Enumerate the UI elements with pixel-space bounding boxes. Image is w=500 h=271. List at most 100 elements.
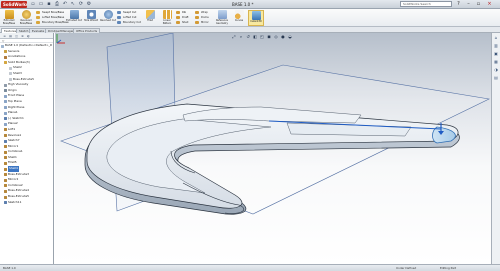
tree-item-label: Sketch11: [8, 199, 22, 204]
feature-icon: [9, 66, 12, 70]
feature-icon: [4, 128, 7, 132]
appearances-icon[interactable]: ◑: [493, 67, 499, 73]
custom-properties-icon[interactable]: ▤: [493, 75, 499, 81]
options-icon[interactable]: ⚙: [86, 1, 92, 7]
status-document: BASE 1.0: [3, 266, 16, 270]
feature-icon: [4, 139, 7, 143]
reference-geometry-button[interactable]: Reference Geometry: [214, 10, 230, 26]
linear-pattern-button[interactable]: Linear Pattern: [159, 10, 175, 26]
zoom-area-icon[interactable]: ⌕: [238, 34, 244, 39]
feature-icon: [4, 100, 7, 104]
feature-icon: [4, 106, 7, 110]
revolved-cut-icon: [103, 10, 113, 19]
display-style-icon[interactable]: ◼: [266, 34, 272, 39]
task-pane: ⌂ ▥ ▣ ▦ ◑ ▤: [491, 33, 500, 264]
feature-icon: [4, 201, 7, 205]
draft-icon: [176, 16, 180, 19]
feature-icon: [4, 161, 7, 165]
print-icon[interactable]: ⎙: [54, 1, 60, 7]
feature-icon: [9, 78, 12, 82]
revolved-boss-button[interactable]: Revolved Boss/Base: [18, 10, 34, 26]
property-manager-icon[interactable]: ▤: [8, 34, 13, 38]
view-palette-icon[interactable]: ▦: [493, 59, 499, 65]
rebuild-icon[interactable]: ⟳: [78, 1, 84, 7]
revolved-cut-button[interactable]: Revolved Cut: [100, 10, 116, 26]
part-icon: [1, 44, 4, 48]
tree-item[interactable]: Sketch11: [0, 200, 53, 206]
revolve-icon: [21, 10, 31, 19]
status-sketch-state: Under Defined: [396, 266, 417, 270]
fillet-button[interactable]: Fillet: [142, 10, 158, 26]
dimxpert-icon[interactable]: ⊕: [20, 34, 25, 38]
title-bar: SolidWorks ▫ ▭ ▪ ⎙ ↶ ↖ ⟳ ⚙ BASE 1.0 * So…: [0, 0, 500, 9]
resources-icon[interactable]: ⌂: [493, 35, 499, 41]
extrude-icon: [4, 10, 14, 19]
close-button[interactable]: ×: [485, 1, 494, 7]
feature-icon: [4, 94, 7, 98]
design-library-icon[interactable]: ▥: [493, 43, 499, 49]
solidworks-logo: SolidWorks: [1, 1, 27, 8]
feature-icon: [4, 184, 7, 188]
undo-icon[interactable]: ↶: [62, 1, 68, 7]
dome-icon: [195, 16, 199, 19]
rib-icon: [176, 11, 180, 14]
minimize-button[interactable]: –: [464, 1, 473, 7]
feature-manager-panel: ≡ ▤ ◫ ⊕ ◐ ▽ BASE 1.0 (Default<<Default>_…: [0, 33, 54, 264]
open-icon[interactable]: ▭: [38, 1, 44, 7]
status-mode: Editing Part: [440, 266, 457, 270]
graphics-area[interactable]: ⤢ ⌕ ↺ ◧ ◰ ◼ ◎ ● ◒: [55, 33, 491, 264]
feature-icon: [4, 111, 7, 115]
hole-wizard-button[interactable]: Hole Wizard: [83, 10, 99, 26]
lofted-cut-icon: [117, 16, 121, 19]
filter-icon: ▽: [2, 38, 5, 43]
feature-tree: BASE 1.0 (Default<<Default>_D Sensors Ann…: [0, 43, 53, 205]
fillet-icon: [145, 10, 155, 19]
solidworks-window: SolidWorks ▫ ▭ ▪ ⎙ ↶ ↖ ⟳ ⚙ BASE 1.0 * So…: [0, 0, 500, 271]
help-icon[interactable]: ?: [454, 1, 463, 7]
configuration-manager-icon[interactable]: ◫: [14, 34, 19, 38]
feature-icon: [4, 145, 7, 149]
section-view-icon[interactable]: ◧: [252, 34, 258, 39]
maximize-button[interactable]: ▫: [474, 1, 483, 7]
feature-icon: [4, 83, 7, 87]
status-bar: BASE 1.0 Under Defined Editing Part: [0, 264, 500, 271]
scene-icon[interactable]: ◒: [287, 34, 293, 39]
feature-tree-icon[interactable]: ≡: [2, 34, 7, 38]
zoom-fit-icon[interactable]: ⤢: [231, 34, 237, 39]
file-explorer-icon[interactable]: ▣: [493, 51, 499, 57]
feature-icon: [4, 50, 7, 54]
hole-wizard-icon: [86, 10, 96, 19]
search-input[interactable]: SolidWorks Search: [400, 1, 452, 7]
heads-up-view-toolbar: ⤢ ⌕ ↺ ◧ ◰ ◼ ◎ ● ◒: [231, 34, 293, 40]
boundary-cut-button[interactable]: Boundary Cut: [117, 20, 141, 25]
pointer-icon[interactable]: ↖: [70, 1, 76, 7]
extruded-cut-button[interactable]: Extruded Cut: [66, 10, 82, 26]
appearance-icon[interactable]: ●: [280, 34, 286, 39]
feature-icon: [4, 178, 7, 182]
feature-icon: [4, 61, 7, 65]
sweep-icon: [36, 11, 40, 14]
model-view: [60, 33, 490, 215]
new-icon[interactable]: ▫: [30, 1, 36, 7]
feature-icon: [4, 173, 7, 177]
boundary-boss-button[interactable]: Boundary Boss/Base: [36, 20, 69, 25]
feature-icon: [4, 189, 7, 193]
save-icon[interactable]: ▪: [46, 1, 52, 7]
display-manager-icon[interactable]: ◐: [26, 34, 31, 38]
feature-icon: [4, 89, 7, 93]
reference-geometry-icon: [217, 10, 227, 19]
command-manager: Extruded Boss/Base Revolved Boss/Base Sw…: [0, 9, 500, 27]
previous-view-icon[interactable]: ↺: [245, 34, 251, 39]
hide-show-icon[interactable]: ◎: [273, 34, 279, 39]
instant3d-icon: [251, 11, 261, 20]
wrap-icon: [195, 11, 199, 14]
feature-icon: [4, 134, 7, 137]
shell-button[interactable]: Shell: [176, 20, 188, 25]
view-orientation-icon[interactable]: ◰: [259, 34, 265, 39]
swept-cut-icon: [117, 11, 121, 14]
curves-button[interactable]: Curves: [231, 10, 247, 26]
boundary-cut-icon: [117, 21, 121, 24]
instant3d-button[interactable]: Instant3D: [248, 10, 264, 26]
extruded-boss-button[interactable]: Extruded Boss/Base: [1, 10, 17, 26]
mirror-button[interactable]: Mirror: [195, 20, 209, 25]
